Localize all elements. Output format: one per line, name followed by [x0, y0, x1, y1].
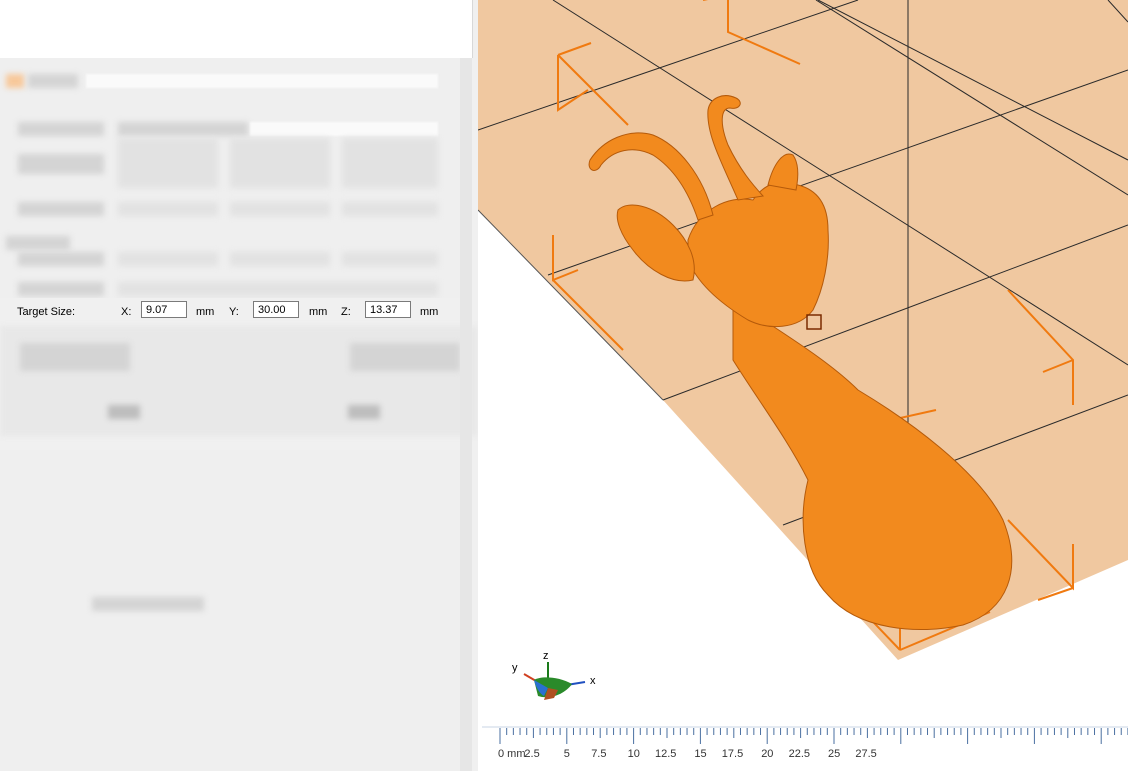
blur-button-left[interactable]	[108, 405, 140, 419]
ruler-label: 15	[694, 748, 706, 760]
blur-field-4a	[118, 252, 218, 266]
axis-gizmo-icon: y z x	[510, 650, 600, 710]
ruler-label: 10	[628, 748, 640, 760]
blur-text-1	[118, 122, 248, 136]
ruler-label: 0 mm	[498, 748, 526, 760]
blur-status-text	[92, 597, 204, 611]
ruler-label: 7.5	[591, 748, 606, 760]
blur-field-3c	[342, 202, 438, 216]
axis-z-label: z	[543, 650, 549, 662]
blur-option-right	[350, 343, 460, 371]
dialog-icon	[6, 74, 24, 88]
blur-label-5	[18, 282, 104, 296]
blur-field-1	[250, 122, 438, 136]
blur-field-5	[118, 282, 438, 296]
blur-field-3a	[118, 202, 218, 216]
target-size-z-input[interactable]	[365, 301, 411, 318]
blur-option-left	[20, 343, 130, 371]
panel-scroll-strip[interactable]	[460, 58, 472, 771]
ruler-label: 2.5	[524, 748, 539, 760]
ruler-label: 27.5	[855, 748, 876, 760]
3d-viewport[interactable]: y z x	[478, 0, 1128, 771]
blur-section-title	[6, 236, 70, 250]
ruler-label: 25	[828, 748, 840, 760]
ruler-label: 20	[761, 748, 773, 760]
blur-block-2a	[118, 138, 218, 188]
ruler-label: 17.5	[722, 748, 743, 760]
target-size-y-input[interactable]	[253, 301, 299, 318]
top-blank-area	[0, 0, 473, 58]
z-label: Z:	[341, 306, 351, 318]
blur-button-right[interactable]	[348, 405, 380, 419]
blur-field-3b	[230, 202, 330, 216]
target-size-label: Target Size:	[17, 306, 76, 318]
axis-y-label: y	[512, 662, 518, 674]
target-size-x-input[interactable]	[141, 301, 187, 318]
ruler-label: 12.5	[655, 748, 676, 760]
ruler-scale: 0 mm2.5 5 7.5 10 12.5 15 17.5 20 22.5 25 27.5	[482, 726, 1128, 760]
y-label: Y:	[229, 306, 239, 318]
blur-block-2c	[342, 138, 438, 188]
dialog-title-blur	[28, 74, 78, 88]
scale-dialog: Target Size: X: mm Y: mm Z: mm	[0, 58, 478, 436]
blur-field-4b	[230, 252, 330, 266]
blur-label-3	[18, 202, 104, 216]
ruler-label: 5	[564, 748, 570, 760]
blur-label-4	[18, 252, 104, 266]
left-panel: Target Size: X: mm Y: mm Z: mm	[0, 0, 478, 771]
ruler-label: 22.5	[789, 748, 810, 760]
axis-x-label: x	[590, 675, 596, 687]
x-unit: mm	[196, 306, 215, 318]
blur-block-2b	[230, 138, 330, 188]
z-unit: mm	[420, 306, 439, 318]
dialog-header-field	[86, 74, 438, 88]
blur-label-1	[18, 122, 104, 136]
x-label: X:	[121, 306, 132, 318]
blur-label-2	[18, 154, 104, 174]
blur-field-4c	[342, 252, 438, 266]
bottom-ruler: 0 mm 2.5 5 7.5 10 12.5 15 17.5 20 22.5 25 27.5	[482, 724, 1128, 771]
target-size-row: Target Size: X: mm Y: mm Z: mm	[0, 298, 470, 326]
lower-panel-area	[0, 450, 472, 771]
y-unit: mm	[309, 306, 328, 318]
